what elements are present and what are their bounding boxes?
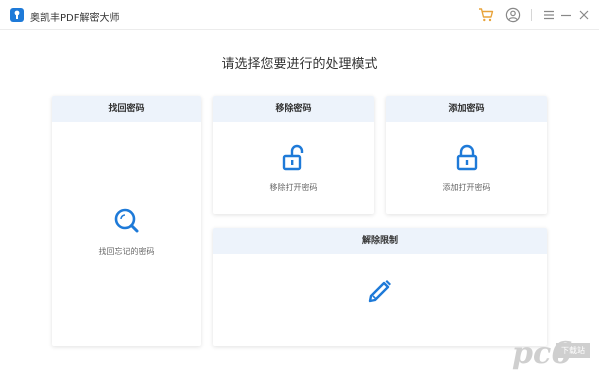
app-window: 奥凯丰PDF解密大师 请选择您要进行的处理模式 找回密码 找回忘记的密码 移除密… bbox=[0, 0, 599, 381]
pencil-edit-icon bbox=[366, 276, 394, 308]
titlebar-divider bbox=[531, 9, 532, 21]
remove-password-label: 移除打开密码 bbox=[269, 183, 318, 192]
remove-restrictions-card[interactable]: 解除限制 bbox=[213, 228, 547, 346]
shopping-cart-icon[interactable] bbox=[478, 7, 494, 23]
remove-password-card[interactable]: 移除密码 移除打开密码 bbox=[213, 96, 374, 214]
title-bar: 奥凯丰PDF解密大师 bbox=[0, 0, 599, 30]
unlocked-padlock-icon bbox=[282, 144, 306, 176]
site-watermark: pc6 下载站 bbox=[512, 335, 592, 375]
keyhole-logo-icon bbox=[10, 8, 24, 22]
page-heading: 请选择您要进行的处理模式 bbox=[221, 57, 378, 72]
remove-restrictions-title: 解除限制 bbox=[213, 228, 547, 254]
close-icon[interactable] bbox=[576, 7, 592, 23]
app-title: 奥凯丰PDF解密大师 bbox=[30, 13, 120, 24]
find-password-title: 找回密码 bbox=[52, 96, 201, 122]
add-password-label: 添加打开密码 bbox=[442, 183, 491, 192]
user-account-icon[interactable] bbox=[505, 7, 521, 23]
add-password-title: 添加密码 bbox=[386, 96, 547, 122]
add-password-card[interactable]: 添加密码 添加打开密码 bbox=[386, 96, 547, 214]
watermark-badge: 下载站 bbox=[556, 343, 590, 358]
minimize-icon[interactable] bbox=[558, 7, 574, 23]
find-password-label: 找回忘记的密码 bbox=[98, 247, 155, 256]
remove-password-title: 移除密码 bbox=[213, 96, 374, 122]
locked-padlock-icon bbox=[455, 144, 479, 176]
search-magnifier-icon bbox=[113, 207, 141, 239]
find-password-card[interactable]: 找回密码 找回忘记的密码 bbox=[52, 96, 201, 346]
hamburger-menu-icon[interactable] bbox=[541, 7, 557, 23]
